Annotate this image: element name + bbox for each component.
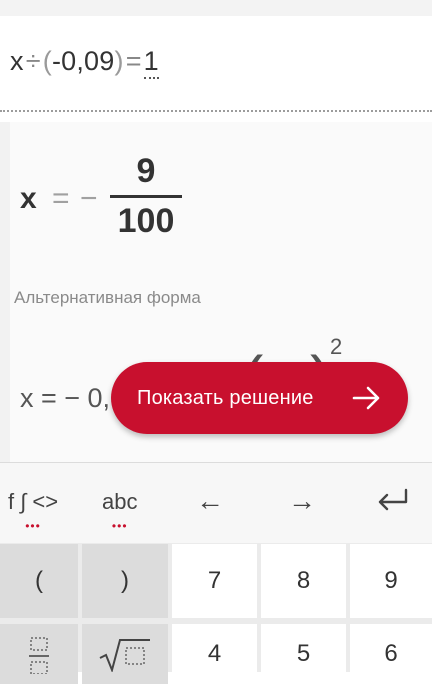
fraction-icon [29,637,49,674]
expression-input[interactable]: x÷(-0,09)=1 [10,46,159,79]
key-8[interactable]: 8 [261,544,346,618]
expr-open-paren: ( [42,46,52,76]
enter-icon[interactable] [374,487,410,513]
alternative-form-label: Альтернативная форма [14,288,201,307]
answer-variable: x [20,182,37,215]
expr-x: x [10,46,24,76]
tab-functions-label: f ∫ <> [8,489,59,514]
fraction-bar [110,195,182,198]
keyboard-tabs: f ∫ <> ••• abc ••• ← → [0,462,432,543]
tab-functions-dots: ••• [25,519,41,533]
top-strip [0,0,432,17]
expr-value: -0,09 [51,46,115,76]
key-6[interactable]: 6 [350,624,432,684]
cursor-right-button[interactable]: → [288,485,316,517]
arrow-right-icon [352,386,380,410]
key-close-paren[interactable]: ) [82,544,168,618]
cursor-left-button[interactable]: ← [196,485,224,517]
key-open-paren[interactable]: ( [0,544,78,618]
key-4[interactable]: 4 [172,624,257,684]
key-fraction[interactable] [0,624,78,684]
answer-minus: − [80,182,98,215]
tab-functions[interactable]: f ∫ <> ••• [8,489,59,533]
show-solution-button[interactable]: Показать решение [111,362,408,434]
fraction-denominator: 100 [117,202,175,240]
divider [0,110,432,112]
key-7[interactable]: 7 [172,544,257,618]
tab-abc[interactable]: abc ••• [102,489,138,533]
expr-close-paren: ) [114,46,124,76]
expr-eq: = [125,46,142,76]
alt-exponent: 2 [330,334,343,359]
key-5[interactable]: 5 [261,624,346,684]
fraction-numerator: 9 [136,152,156,190]
answer-equals: = [52,182,70,215]
tab-abc-label: abc [102,489,138,514]
answer-fraction: 9 100 [110,150,182,239]
expr-rhs: 1 [143,46,159,79]
show-solution-label: Показать решение [137,386,314,409]
tab-abc-dots: ••• [111,519,128,533]
square-root-icon [99,639,150,672]
alternative-form-expression: x = − 0, [20,383,111,413]
key-square-root[interactable] [82,624,168,684]
expr-div: ÷ [25,46,41,76]
key-9[interactable]: 9 [350,544,432,618]
